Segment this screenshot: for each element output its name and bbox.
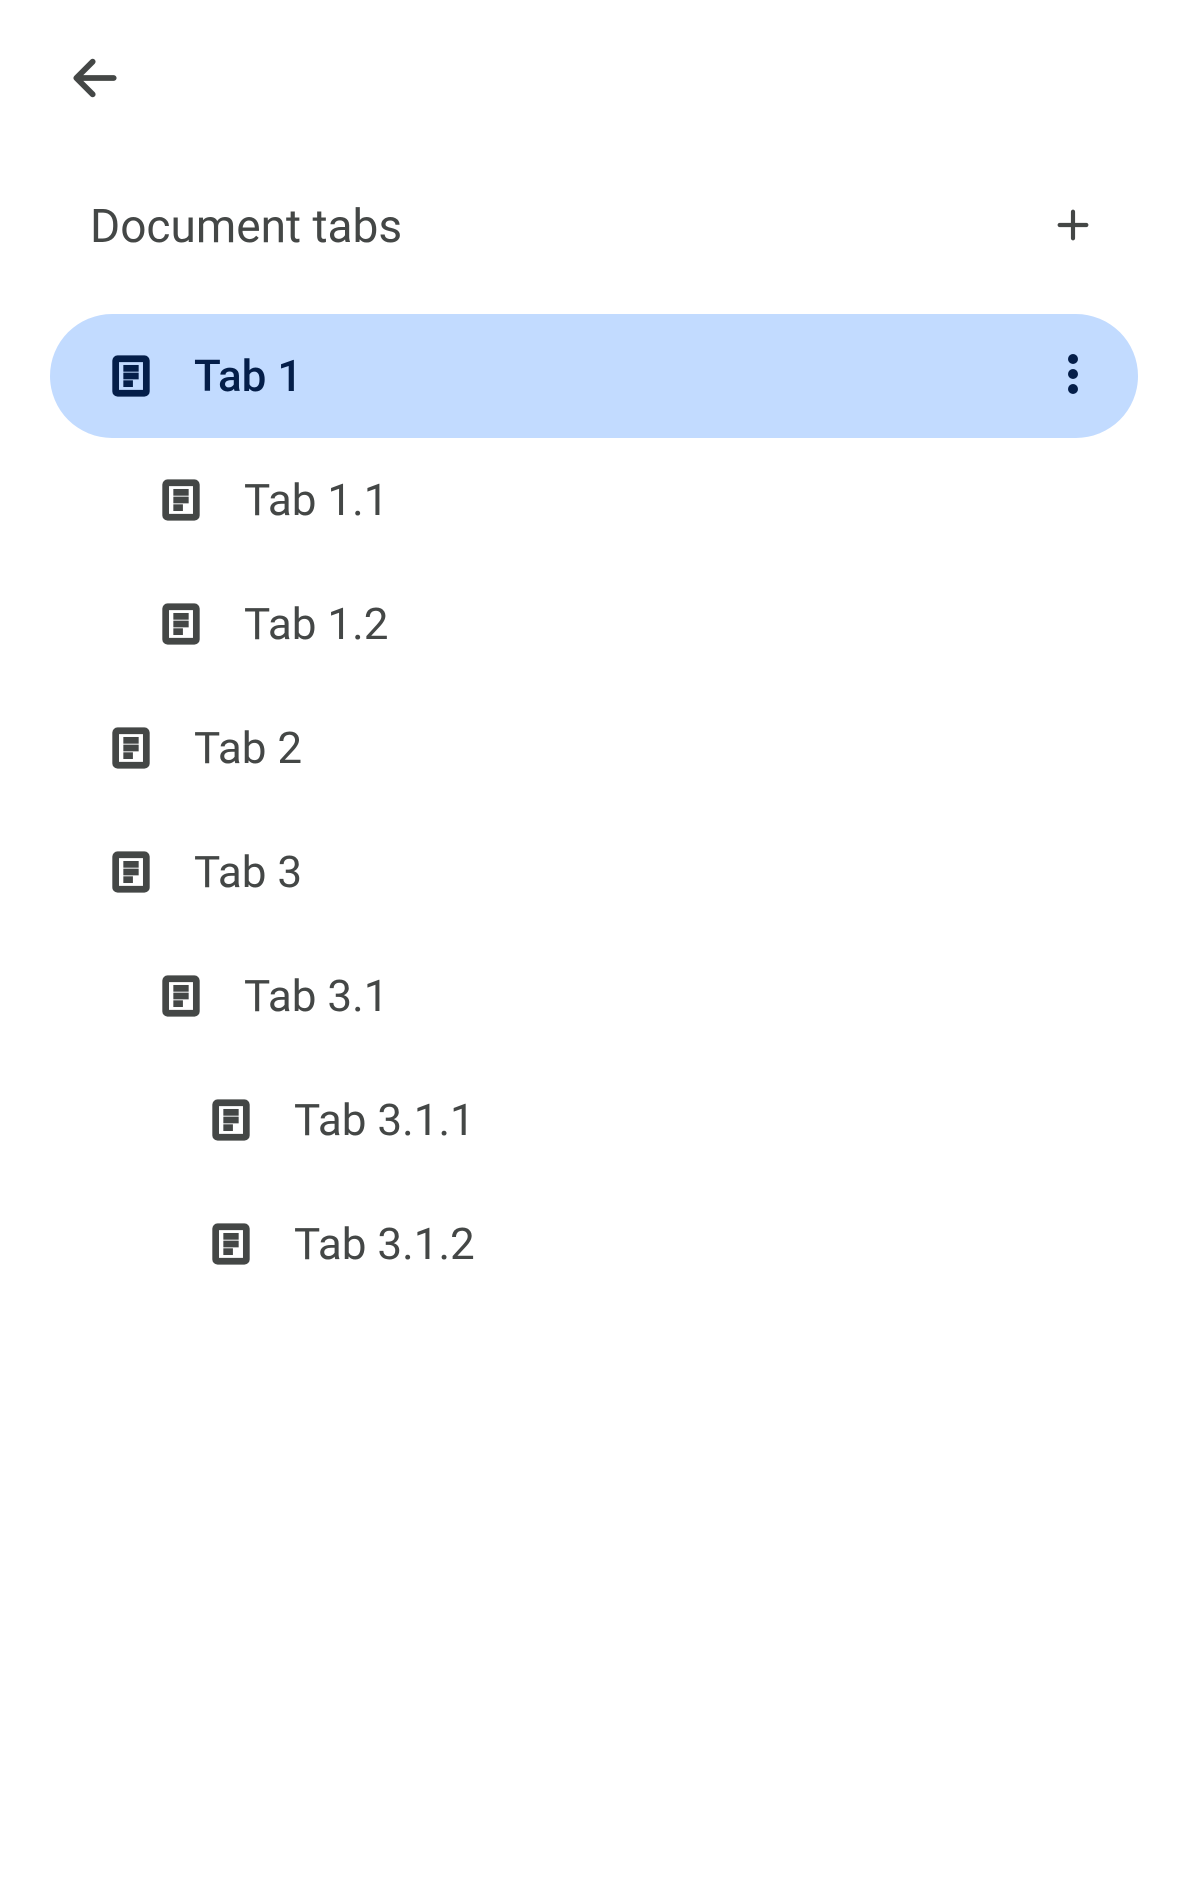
document-icon [158, 601, 204, 647]
tab-label: Tab 3.1.1 [294, 1094, 475, 1146]
tab-item[interactable]: Tab 1.2 [50, 562, 1138, 686]
tab-label: Tab 1.1 [244, 474, 388, 526]
tab-label: Tab 1 [194, 350, 302, 402]
tab-item[interactable]: Tab 3 [50, 810, 1138, 934]
document-icon [108, 353, 154, 399]
panel-header: Document tabs [40, 200, 1148, 254]
tab-item[interactable]: Tab 3.1.2 [50, 1182, 1138, 1306]
back-button[interactable] [65, 50, 125, 110]
panel-title: Document tabs [90, 200, 402, 254]
tab-label: Tab 2 [194, 722, 302, 774]
tab-label: Tab 3.1.2 [294, 1218, 475, 1270]
more-vertical-icon [1068, 353, 1078, 399]
document-icon [158, 477, 204, 523]
document-icon [208, 1097, 254, 1143]
tab-item[interactable]: Tab 3.1 [50, 934, 1138, 1058]
tab-label: Tab 1.2 [244, 598, 388, 650]
document-icon [208, 1221, 254, 1267]
document-icon [108, 849, 154, 895]
tab-item[interactable]: Tab 1.1 [50, 438, 1138, 562]
document-icon [158, 973, 204, 1019]
tab-label: Tab 3 [194, 846, 302, 898]
add-tab-button[interactable] [1048, 202, 1098, 252]
arrow-left-icon [67, 50, 123, 110]
document-icon [108, 725, 154, 771]
tab-more-button[interactable] [1048, 351, 1098, 401]
tab-list: Tab 1 Tab 1.1 [40, 314, 1148, 1306]
tab-label: Tab 3.1 [244, 970, 388, 1022]
tab-item[interactable]: Tab 2 [50, 686, 1138, 810]
plus-icon [1053, 205, 1093, 249]
tab-item[interactable]: Tab 1 [50, 314, 1138, 438]
tab-item[interactable]: Tab 3.1.1 [50, 1058, 1138, 1182]
